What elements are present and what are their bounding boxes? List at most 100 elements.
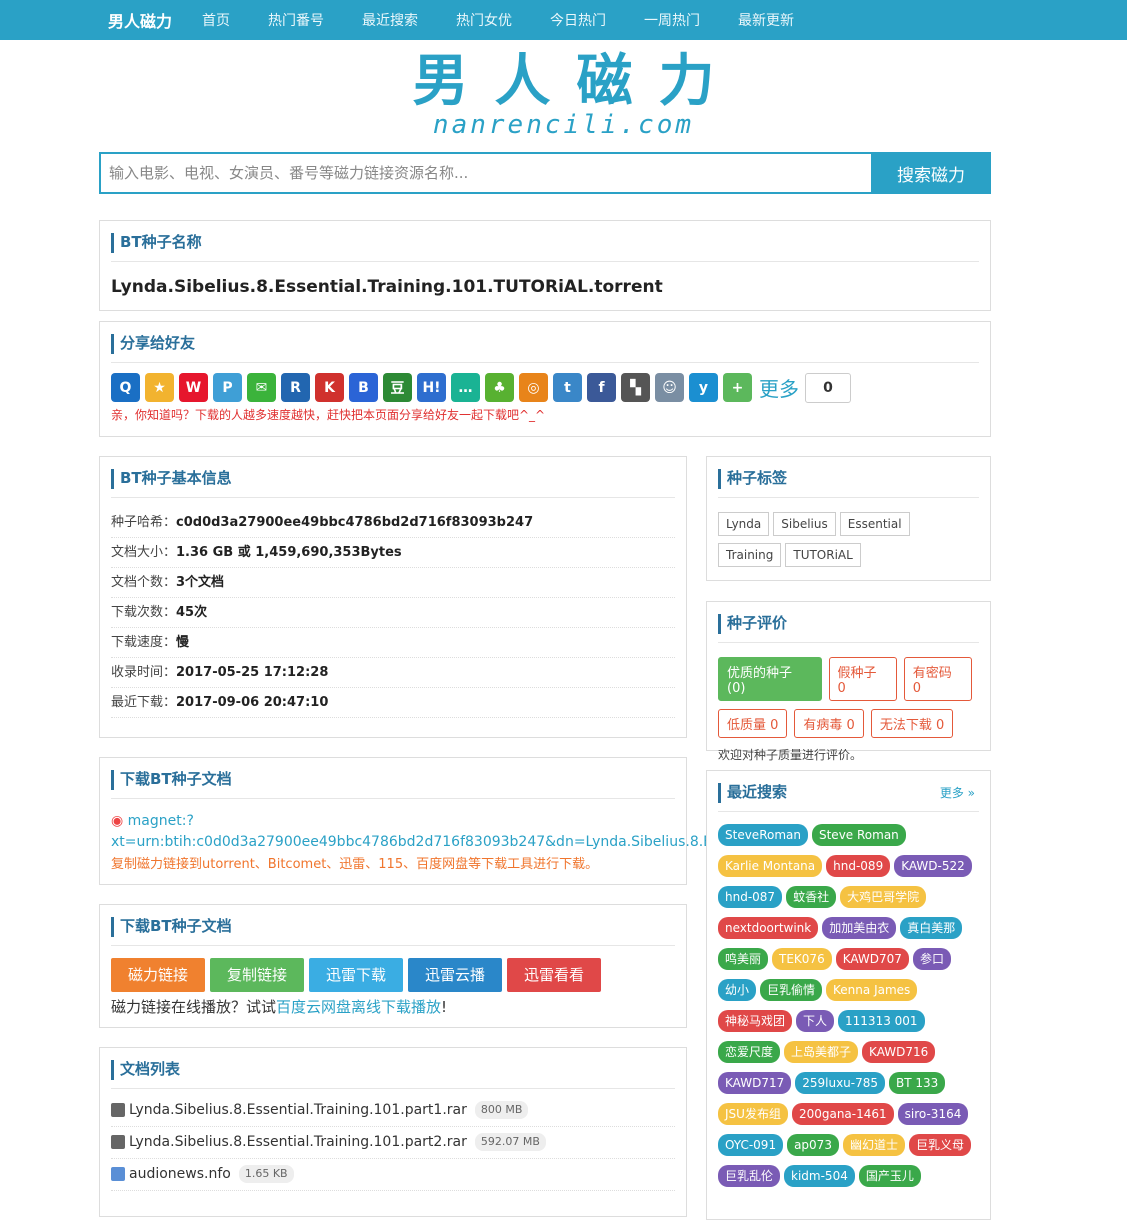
recent-keyword-tag[interactable]: BT 133 xyxy=(889,1071,946,1094)
tqq-icon[interactable]: P xyxy=(213,373,242,402)
tag-item[interactable]: Training xyxy=(718,542,782,567)
recent-keyword-tag[interactable]: 鸣美丽 xyxy=(718,947,769,970)
recent-keyword-tag[interactable]: Kenna James xyxy=(826,978,918,1001)
wechat-icon[interactable]: ✉ xyxy=(247,373,276,402)
hi-icon[interactable]: H! xyxy=(417,373,446,402)
recent-keyword-tag[interactable]: 幽幻道士 xyxy=(842,1133,905,1156)
recent-keyword-tag[interactable]: 恋爱尺度 xyxy=(718,1040,781,1063)
tag-item[interactable]: TUTORiAL xyxy=(785,542,861,567)
recent-keyword-tag[interactable]: siro-3164 xyxy=(897,1102,969,1125)
info-row-added-time: 收录时间：2017-05-25 17:12:28 xyxy=(111,658,675,688)
douban-icon[interactable]: 豆 xyxy=(383,373,412,402)
yammer-icon[interactable]: y xyxy=(689,373,718,402)
tag-item[interactable]: Sibelius xyxy=(773,511,836,536)
share-icons: Q ★ W P ✉ R K B 豆 H!… ♣ ◎ t f ▚ ☺ y + 更多 0 xyxy=(111,372,990,403)
twitter-icon[interactable]: t xyxy=(553,373,582,402)
baidu-icon[interactable]: B xyxy=(349,373,378,402)
renren-icon[interactable]: R xyxy=(281,373,310,402)
magnet-panel: 下载BT种子文档 ◉ magnet:? xt=urn:btih:c0d0d3a2… xyxy=(99,757,931,885)
recent-keyword-tag[interactable]: 巨乳义母 xyxy=(908,1133,971,1156)
rate-fake-button[interactable]: 假种子 0 xyxy=(828,656,897,701)
recent-keyword-tag[interactable]: 巨乳偷情 xyxy=(760,978,823,1001)
weibo-icon[interactable]: W xyxy=(179,373,208,402)
rating-panel: 种子评价 优质的种子 (0) 假种子 0 有密码 0 低质量 0 有病毒 0 无… xyxy=(706,601,991,762)
recent-keyword-tag[interactable]: 200gana-1461 xyxy=(791,1102,894,1125)
nav-item-hot-codes[interactable]: 热门番号 xyxy=(268,10,324,30)
reddit-icon[interactable]: ☺ xyxy=(655,373,684,402)
search-input[interactable] xyxy=(99,152,871,194)
recent-keyword-tag[interactable]: JSU发布组 xyxy=(718,1102,788,1125)
panel-title: 分享给好友 xyxy=(111,332,979,363)
share-tip: 亲，你知道吗？下载的人越多速度越快，赶快把本页面分享给好友一起下载吧^_^ xyxy=(111,407,546,422)
nav-item-latest[interactable]: 最新更新 xyxy=(738,10,794,30)
rate-password-button[interactable]: 有密码 0 xyxy=(903,656,972,701)
recent-keyword-tag[interactable]: 参口 xyxy=(912,947,951,970)
thunder-download-button[interactable]: 迅雷下载 xyxy=(309,957,403,992)
share-more-link[interactable]: 更多 xyxy=(759,373,799,402)
delicious-icon[interactable]: ▚ xyxy=(621,373,650,402)
rate-cannot-download-button[interactable]: 无法下载 0 xyxy=(870,708,954,738)
recent-keyword-tag[interactable]: ap073 xyxy=(787,1133,839,1156)
nav-brand[interactable]: 男人磁力 xyxy=(108,8,172,32)
search-button[interactable]: 搜索磁力 xyxy=(871,152,991,194)
recent-keyword-tag[interactable]: 大鸡巴哥学院 xyxy=(840,885,927,908)
thunder-watch-button[interactable]: 迅雷看看 xyxy=(507,957,601,992)
panel-title: 种子标签 xyxy=(718,467,979,498)
nav-item-week-hot[interactable]: 一周热门 xyxy=(644,10,700,30)
thunder-cloud-button[interactable]: 迅雷云播 xyxy=(408,957,502,992)
nav-item-home[interactable]: 首页 xyxy=(202,10,230,30)
tag-item[interactable]: Essential xyxy=(839,511,910,536)
sina-icon[interactable]: ◎ xyxy=(519,373,548,402)
qq-icon[interactable]: Q xyxy=(111,373,140,402)
copy-link-button[interactable]: 复制链接 xyxy=(210,957,304,992)
recent-keyword-tag[interactable]: KAWD-522 xyxy=(894,854,972,877)
share-panel: 分享给好友 Q ★ W P ✉ R K B 豆 H!… ♣ ◎ t f ▚ ☺ y + 更多 0 亲，你知道吗？下载的… xyxy=(99,321,991,437)
recent-keyword-tag[interactable]: 幼小 xyxy=(718,978,757,1001)
clover-icon[interactable]: ♣ xyxy=(485,373,514,402)
recent-keyword-tag[interactable]: 神秘马戏团 xyxy=(718,1009,793,1032)
rate-low-quality-button[interactable]: 低质量 0 xyxy=(718,708,788,738)
magnet-link-button[interactable]: 磁力链接 xyxy=(111,957,205,992)
rate-virus-button[interactable]: 有病毒 0 xyxy=(794,708,864,738)
nav-item-today-hot[interactable]: 今日热门 xyxy=(550,10,606,30)
recent-keyword-tag[interactable]: Karlie Montana xyxy=(718,854,823,877)
recent-keyword-tag[interactable]: hnd-089 xyxy=(826,854,891,877)
recent-keyword-tag[interactable]: nextdoortwink xyxy=(718,916,819,939)
recent-keyword-tag[interactable]: 国产玉儿 xyxy=(858,1164,921,1187)
recent-search-panel: 最近搜索 更多 » SteveRoman Steve Roman Karlie Mon… xyxy=(706,770,991,1220)
panel-title: 文档列表 xyxy=(111,1058,675,1089)
recent-keyword-tag[interactable]: KAWD716 xyxy=(862,1040,936,1063)
recent-keyword-tag[interactable]: 加加美由衣 xyxy=(822,916,897,939)
site-logo[interactable]: 男人磁力 nanrencili.com xyxy=(0,52,1127,141)
recent-keyword-tag[interactable]: 111313 001 xyxy=(838,1009,925,1032)
recent-keyword-tag[interactable]: kidm-504 xyxy=(784,1164,855,1187)
recent-keyword-tag[interactable]: 259luxu-785 xyxy=(795,1071,886,1094)
info-row-hash: 种子哈希：c0d0d3a27900ee49bbc4786bd2d716f8309… xyxy=(111,508,675,538)
basic-info-panel: BT种子基本信息 种子哈希：c0d0d3a27900ee49bbc4786bd2… xyxy=(99,456,687,738)
recent-keyword-tag[interactable]: OYC-091 xyxy=(718,1133,784,1156)
recent-keyword-tag[interactable]: 上岛美都子 xyxy=(784,1040,859,1063)
rating-row: 优质的种子 (0) 假种子 0 有密码 0 xyxy=(718,656,979,701)
recent-keyword-tag[interactable]: TEK076 xyxy=(772,947,832,970)
recent-more-link[interactable]: 更多 » xyxy=(940,784,975,801)
nav-item-recent-search[interactable]: 最近搜索 xyxy=(362,10,418,30)
chat-icon[interactable]: … xyxy=(451,373,480,402)
recent-keyword-tag[interactable]: SteveRoman xyxy=(718,823,808,846)
facebook-icon[interactable]: f xyxy=(587,373,616,402)
magnet-link[interactable]: ◉ magnet:? xt=urn:btih:c0d0d3a27900ee49b… xyxy=(111,811,931,853)
recent-keyword-tag[interactable]: hnd-087 xyxy=(718,885,783,908)
kaixin-icon[interactable]: K xyxy=(315,373,344,402)
recent-keyword-tag[interactable]: 巨乳乱伦 xyxy=(718,1164,781,1187)
nav-item-hot-actresses[interactable]: 热门女优 xyxy=(456,10,512,30)
recent-keyword-tag[interactable]: 真白美那 xyxy=(900,916,963,939)
recent-keyword-tag[interactable]: Steve Roman xyxy=(811,823,906,846)
recent-keyword-tag[interactable]: KAWD707 xyxy=(835,947,909,970)
recent-keyword-tag[interactable]: 蚊香社 xyxy=(786,885,837,908)
baidu-cloud-link[interactable]: 百度云网盘离线下载播放 xyxy=(276,998,441,1016)
rate-good-button[interactable]: 优质的种子 (0) xyxy=(718,656,822,701)
plus-icon[interactable]: + xyxy=(723,373,752,402)
recent-keyword-tag[interactable]: KAWD717 xyxy=(718,1071,792,1094)
tag-item[interactable]: Lynda xyxy=(718,511,770,536)
recent-keyword-tag[interactable]: 下人 xyxy=(796,1009,835,1032)
qzone-icon[interactable]: ★ xyxy=(145,373,174,402)
